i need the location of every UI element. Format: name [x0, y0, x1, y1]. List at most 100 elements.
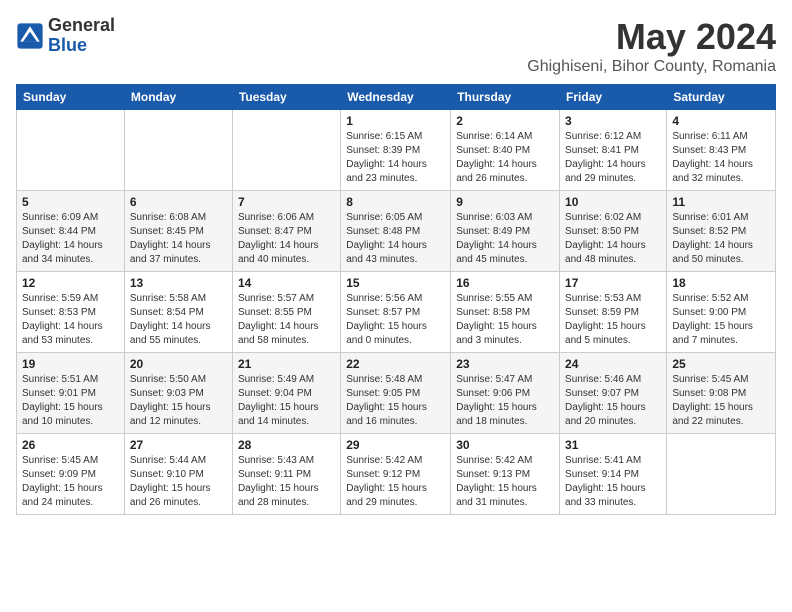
day-info: Sunrise: 6:06 AM Sunset: 8:47 PM Dayligh…	[238, 211, 335, 267]
calendar-day-cell: 1 Sunrise: 6:15 AM Sunset: 8:39 PM Daylig…	[341, 110, 451, 191]
calendar-day-cell: 27Sunrise: 5:44 AM Sunset: 9:10 PM Dayli…	[124, 434, 232, 515]
calendar-week-row: 5Sunrise: 6:09 AM Sunset: 8:44 PM Daylig…	[17, 191, 776, 272]
calendar-day-cell	[124, 110, 232, 191]
day-number: 3	[565, 114, 661, 128]
calendar-day-cell: 20Sunrise: 5:50 AM Sunset: 9:03 PM Dayli…	[124, 353, 232, 434]
day-info: Sunrise: 6:15 AM Sunset: 8:39 PM Dayligh…	[346, 130, 445, 186]
day-info: Sunrise: 6:05 AM Sunset: 8:48 PM Dayligh…	[346, 211, 445, 267]
calendar-day-cell	[232, 110, 340, 191]
day-number: 26	[22, 438, 119, 452]
logo: General Blue	[16, 16, 115, 56]
day-number: 29	[346, 438, 445, 452]
day-info: Sunrise: 6:12 AM Sunset: 8:41 PM Dayligh…	[565, 130, 661, 186]
day-info: Sunrise: 5:42 AM Sunset: 9:13 PM Dayligh…	[456, 454, 554, 510]
day-info: Sunrise: 5:45 AM Sunset: 9:08 PM Dayligh…	[672, 373, 770, 429]
day-info: Sunrise: 5:51 AM Sunset: 9:01 PM Dayligh…	[22, 373, 119, 429]
calendar-day-cell: 18 Sunrise: 5:52 AM Sunset: 9:00 PM Dayli…	[667, 272, 776, 353]
day-info: Sunrise: 5:56 AM Sunset: 8:57 PM Dayligh…	[346, 292, 445, 348]
day-number: 2	[456, 114, 554, 128]
calendar-week-row: 1 Sunrise: 6:15 AM Sunset: 8:39 PM Daylig…	[17, 110, 776, 191]
calendar-day-cell: 21 Sunrise: 5:49 AM Sunset: 9:04 PM Dayli…	[232, 353, 340, 434]
day-number: 28	[238, 438, 335, 452]
calendar-day-cell: 26Sunrise: 5:45 AM Sunset: 9:09 PM Dayli…	[17, 434, 125, 515]
day-number: 31	[565, 438, 661, 452]
day-info: Sunrise: 5:57 AM Sunset: 8:55 PM Dayligh…	[238, 292, 335, 348]
calendar-day-cell: 3 Sunrise: 6:12 AM Sunset: 8:41 PM Daylig…	[560, 110, 667, 191]
calendar-day-cell	[17, 110, 125, 191]
day-number: 14	[238, 276, 335, 290]
day-info: Sunrise: 5:43 AM Sunset: 9:11 PM Dayligh…	[238, 454, 335, 510]
calendar-week-row: 12Sunrise: 5:59 AM Sunset: 8:53 PM Dayli…	[17, 272, 776, 353]
calendar-day-cell: 7 Sunrise: 6:06 AM Sunset: 8:47 PM Daylig…	[232, 191, 340, 272]
calendar-day-cell: 15 Sunrise: 5:56 AM Sunset: 8:57 PM Dayli…	[341, 272, 451, 353]
calendar-day-cell: 8 Sunrise: 6:05 AM Sunset: 8:48 PM Daylig…	[341, 191, 451, 272]
day-number: 18	[672, 276, 770, 290]
day-number: 7	[238, 195, 335, 209]
day-number: 9	[456, 195, 554, 209]
location-title: Ghighiseni, Bihor County, Romania	[527, 58, 776, 76]
calendar-day-cell: 28 Sunrise: 5:43 AM Sunset: 9:11 PM Dayli…	[232, 434, 340, 515]
day-info: Sunrise: 6:09 AM Sunset: 8:44 PM Dayligh…	[22, 211, 119, 267]
weekday-header-cell: Thursday	[451, 85, 560, 110]
weekday-header-cell: Friday	[560, 85, 667, 110]
weekday-header-cell: Saturday	[667, 85, 776, 110]
calendar-week-row: 19 Sunrise: 5:51 AM Sunset: 9:01 PM Dayli…	[17, 353, 776, 434]
calendar-day-cell: 10 Sunrise: 6:02 AM Sunset: 8:50 PM Dayli…	[560, 191, 667, 272]
day-info: Sunrise: 6:14 AM Sunset: 8:40 PM Dayligh…	[456, 130, 554, 186]
logo-blue-text: Blue	[48, 36, 115, 56]
calendar-day-cell: 13 Sunrise: 5:58 AM Sunset: 8:54 PM Dayli…	[124, 272, 232, 353]
calendar-day-cell: 23 Sunrise: 5:47 AM Sunset: 9:06 PM Dayli…	[451, 353, 560, 434]
calendar-table: SundayMondayTuesdayWednesdayThursdayFrid…	[16, 84, 776, 515]
day-number: 8	[346, 195, 445, 209]
calendar-day-cell: 11Sunrise: 6:01 AM Sunset: 8:52 PM Dayli…	[667, 191, 776, 272]
calendar-day-cell	[667, 434, 776, 515]
logo-icon	[16, 22, 44, 50]
day-info: Sunrise: 5:53 AM Sunset: 8:59 PM Dayligh…	[565, 292, 661, 348]
calendar-day-cell: 30Sunrise: 5:42 AM Sunset: 9:13 PM Dayli…	[451, 434, 560, 515]
day-info: Sunrise: 5:42 AM Sunset: 9:12 PM Dayligh…	[346, 454, 445, 510]
logo-general-text: General	[48, 16, 115, 36]
day-number: 13	[130, 276, 227, 290]
calendar-day-cell: 5Sunrise: 6:09 AM Sunset: 8:44 PM Daylig…	[17, 191, 125, 272]
day-number: 22	[346, 357, 445, 371]
day-number: 24	[565, 357, 661, 371]
day-info: Sunrise: 6:03 AM Sunset: 8:49 PM Dayligh…	[456, 211, 554, 267]
day-info: Sunrise: 5:52 AM Sunset: 9:00 PM Dayligh…	[672, 292, 770, 348]
calendar-day-cell: 12Sunrise: 5:59 AM Sunset: 8:53 PM Dayli…	[17, 272, 125, 353]
day-info: Sunrise: 5:58 AM Sunset: 8:54 PM Dayligh…	[130, 292, 227, 348]
calendar-day-cell: 19 Sunrise: 5:51 AM Sunset: 9:01 PM Dayli…	[17, 353, 125, 434]
day-number: 11	[672, 195, 770, 209]
calendar-day-cell: 14 Sunrise: 5:57 AM Sunset: 8:55 PM Dayli…	[232, 272, 340, 353]
day-number: 19	[22, 357, 119, 371]
calendar-day-cell: 4Sunrise: 6:11 AM Sunset: 8:43 PM Daylig…	[667, 110, 776, 191]
header: General Blue May 2024 Ghighiseni, Bihor …	[16, 16, 776, 76]
calendar-day-cell: 25Sunrise: 5:45 AM Sunset: 9:08 PM Dayli…	[667, 353, 776, 434]
day-info: Sunrise: 5:41 AM Sunset: 9:14 PM Dayligh…	[565, 454, 661, 510]
day-number: 12	[22, 276, 119, 290]
day-info: Sunrise: 6:08 AM Sunset: 8:45 PM Dayligh…	[130, 211, 227, 267]
day-number: 1	[346, 114, 445, 128]
month-title: May 2024	[527, 16, 776, 58]
day-number: 23	[456, 357, 554, 371]
day-number: 27	[130, 438, 227, 452]
title-area: May 2024 Ghighiseni, Bihor County, Roman…	[527, 16, 776, 76]
day-number: 15	[346, 276, 445, 290]
calendar-day-cell: 16Sunrise: 5:55 AM Sunset: 8:58 PM Dayli…	[451, 272, 560, 353]
weekday-header-cell: Tuesday	[232, 85, 340, 110]
calendar-day-cell: 6 Sunrise: 6:08 AM Sunset: 8:45 PM Daylig…	[124, 191, 232, 272]
logo-text: General Blue	[48, 16, 115, 56]
day-info: Sunrise: 5:47 AM Sunset: 9:06 PM Dayligh…	[456, 373, 554, 429]
weekday-header-cell: Monday	[124, 85, 232, 110]
day-info: Sunrise: 5:48 AM Sunset: 9:05 PM Dayligh…	[346, 373, 445, 429]
calendar-body: 1 Sunrise: 6:15 AM Sunset: 8:39 PM Daylig…	[17, 110, 776, 515]
day-number: 4	[672, 114, 770, 128]
day-number: 6	[130, 195, 227, 209]
calendar-week-row: 26Sunrise: 5:45 AM Sunset: 9:09 PM Dayli…	[17, 434, 776, 515]
calendar-day-cell: 9 Sunrise: 6:03 AM Sunset: 8:49 PM Daylig…	[451, 191, 560, 272]
day-number: 10	[565, 195, 661, 209]
day-info: Sunrise: 5:46 AM Sunset: 9:07 PM Dayligh…	[565, 373, 661, 429]
day-number: 21	[238, 357, 335, 371]
day-info: Sunrise: 5:55 AM Sunset: 8:58 PM Dayligh…	[456, 292, 554, 348]
day-info: Sunrise: 6:02 AM Sunset: 8:50 PM Dayligh…	[565, 211, 661, 267]
day-info: Sunrise: 5:49 AM Sunset: 9:04 PM Dayligh…	[238, 373, 335, 429]
